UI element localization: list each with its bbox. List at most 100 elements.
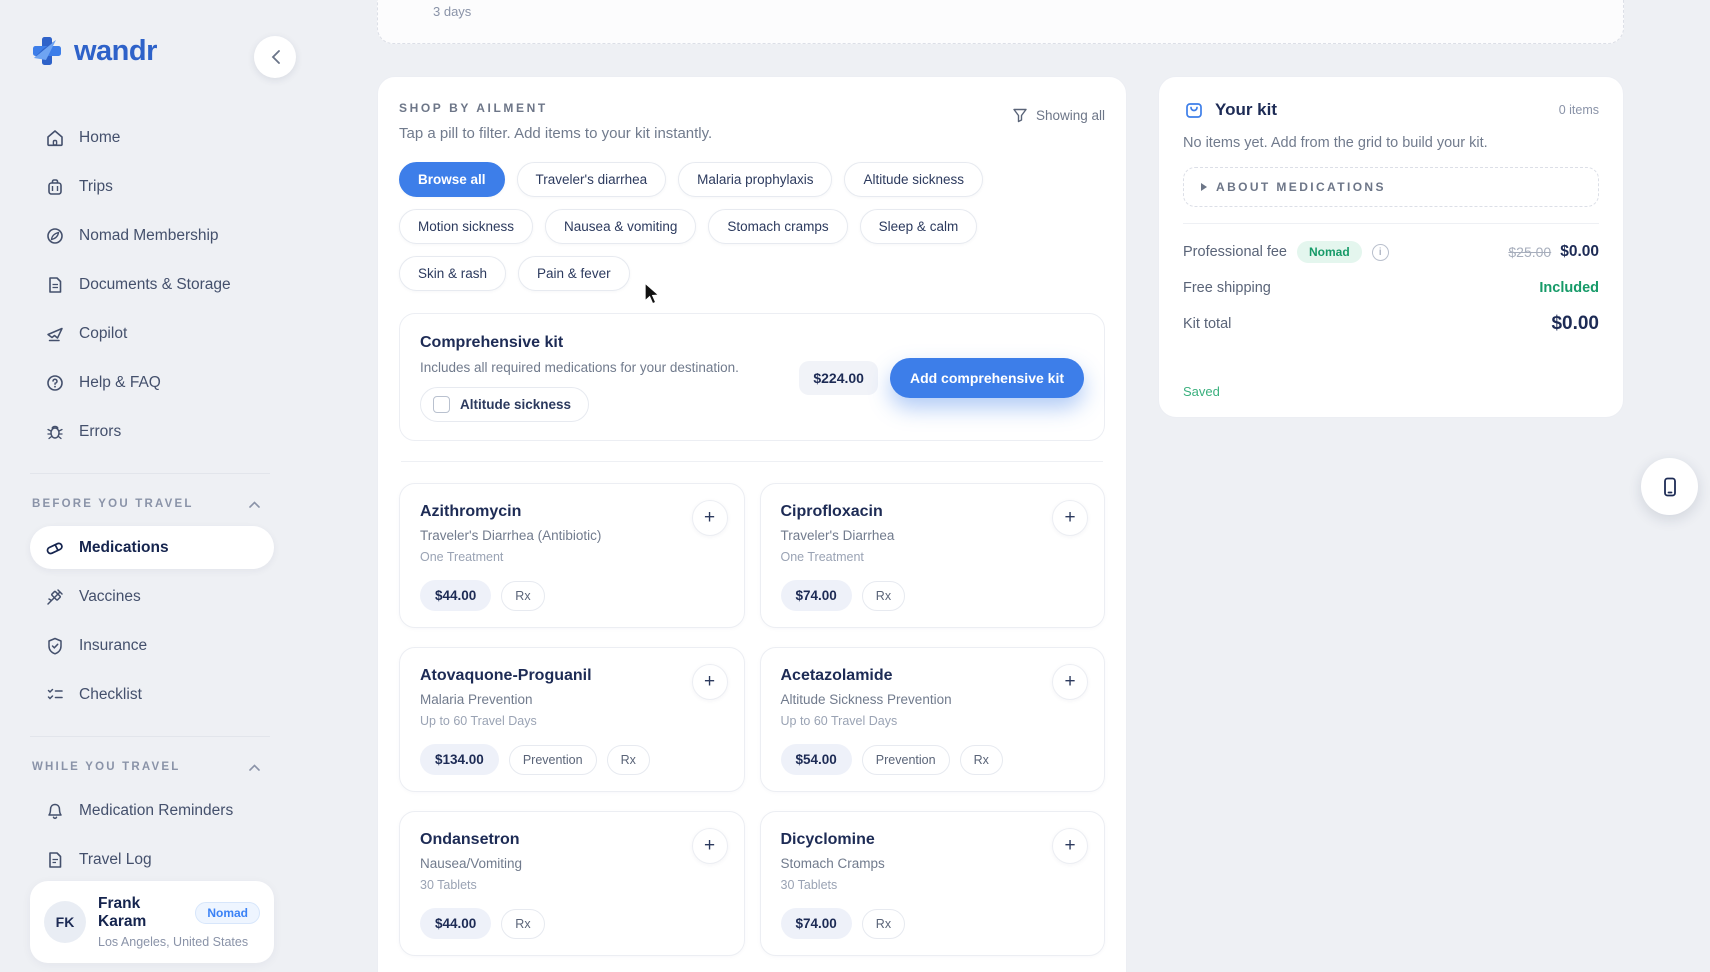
- about-medications-expander[interactable]: ABOUT MEDICATIONS: [1183, 167, 1599, 207]
- section-while-you-travel[interactable]: WHILE YOU TRAVEL: [30, 757, 274, 783]
- filter-pill-pain-fever[interactable]: Pain & fever: [518, 256, 630, 291]
- about-medications-label: ABOUT MEDICATIONS: [1216, 180, 1386, 194]
- divider: [401, 461, 1103, 462]
- sidebar-nav: Home Trips Nomad Membership Documents & …: [30, 116, 274, 881]
- add-to-kit-button[interactable]: +: [692, 664, 728, 700]
- sidebar-item-label: Copilot: [79, 325, 127, 343]
- wandr-logo-icon: [30, 34, 64, 68]
- price-badge: $54.00: [781, 744, 852, 775]
- sidebar-item-label: Medication Reminders: [79, 802, 233, 820]
- filter-pill-sleep-calm[interactable]: Sleep & calm: [860, 209, 978, 244]
- prevention-badge: Prevention: [862, 745, 950, 775]
- sidebar-item-medications[interactable]: Medications: [30, 526, 274, 569]
- sidebar: wandr Home Trips Nomad Membership Docume…: [0, 0, 292, 972]
- sidebar-item-medication-reminders[interactable]: Medication Reminders: [30, 789, 274, 832]
- medication-card-azithromycin: Azithromycin Traveler's Diarrhea (Antibi…: [399, 483, 745, 628]
- kit-total-value: $0.00: [1551, 313, 1599, 335]
- section-before-you-travel[interactable]: BEFORE YOU TRAVEL: [30, 494, 274, 520]
- wandr-app: wandr Home Trips Nomad Membership Docume…: [0, 0, 1710, 972]
- sidebar-item-trips[interactable]: Trips: [30, 165, 274, 208]
- filter-pill-stomach-cramps[interactable]: Stomach cramps: [708, 209, 847, 244]
- filter-pill-skin-rash[interactable]: Skin & rash: [399, 256, 506, 291]
- medication-purpose: Traveler's Diarrhea (Antibiotic): [420, 528, 724, 543]
- user-profile-card[interactable]: FK Frank Karam Nomad Los Angeles, United…: [30, 881, 274, 963]
- add-to-kit-button[interactable]: +: [692, 500, 728, 536]
- sidebar-item-copilot[interactable]: Copilot: [30, 312, 274, 355]
- add-to-kit-button[interactable]: +: [1052, 664, 1088, 700]
- fee-value: $0.00: [1560, 243, 1599, 261]
- sidebar-item-vaccines[interactable]: Vaccines: [30, 575, 274, 618]
- sidebar-item-errors[interactable]: Errors: [30, 410, 274, 453]
- sidebar-item-documents-storage[interactable]: Documents & Storage: [30, 263, 274, 306]
- trip-banner[interactable]: Italy - Milan 3 days: [377, 0, 1624, 44]
- travel-log-icon: [44, 849, 65, 870]
- suitcase-icon: [44, 176, 65, 197]
- chevron-up-icon: [249, 764, 260, 771]
- support-float-button[interactable]: [1641, 458, 1698, 515]
- medication-name: Ondansetron: [420, 831, 724, 849]
- fee-original-price: $25.00: [1508, 244, 1551, 260]
- comprehensive-kit-price: $224.00: [799, 361, 878, 395]
- bug-icon: [44, 421, 65, 442]
- professional-fee-row: Professional fee Nomad i $25.00 $0.00: [1183, 241, 1599, 263]
- add-to-kit-button[interactable]: +: [1052, 500, 1088, 536]
- rx-badge: Rx: [501, 909, 544, 939]
- price-badge: $44.00: [420, 908, 491, 939]
- filter-pill-browse-all[interactable]: Browse all: [399, 162, 505, 197]
- comprehensive-kit-description: Includes all required medications for yo…: [420, 360, 739, 375]
- shop-by-ailment-panel: SHOP BY AILMENT Tap a pill to filter. Ad…: [377, 76, 1127, 972]
- filter-pill-motion-sickness[interactable]: Motion sickness: [399, 209, 533, 244]
- add-to-kit-button[interactable]: +: [1052, 828, 1088, 864]
- shipping-value: Included: [1539, 280, 1599, 296]
- divider: [30, 736, 270, 737]
- add-comprehensive-kit-button[interactable]: Add comprehensive kit: [890, 358, 1084, 398]
- sidebar-item-home[interactable]: Home: [30, 116, 274, 159]
- filter-pill-nausea-vomiting[interactable]: Nausea & vomiting: [545, 209, 696, 244]
- filter-pill-malaria-prophylaxis[interactable]: Malaria prophylaxis: [678, 162, 832, 197]
- nomad-membership-badge: Nomad: [195, 902, 260, 924]
- sidebar-item-label: Help & FAQ: [79, 374, 161, 392]
- medication-quantity: Up to 60 Travel Days: [781, 714, 1085, 728]
- sidebar-item-label: Documents & Storage: [79, 276, 231, 294]
- price-badge: $74.00: [781, 908, 852, 939]
- medication-card-atovaquone-proguanil: Atovaquone-Proguanil Malaria Prevention …: [399, 647, 745, 792]
- sidebar-item-travel-log[interactable]: Travel Log: [30, 838, 274, 881]
- sidebar-item-checklist[interactable]: Checklist: [30, 673, 274, 716]
- user-location: Los Angeles, United States: [98, 935, 260, 949]
- sidebar-item-label: Medications: [79, 539, 169, 557]
- medication-quantity: 30 Tablets: [781, 878, 1085, 892]
- logo: wandr: [30, 34, 274, 68]
- sidebar-item-nomad-membership[interactable]: Nomad Membership: [30, 214, 274, 257]
- medication-purpose: Traveler's Diarrhea: [781, 528, 1085, 543]
- kit-empty-message: No items yet. Add from the grid to build…: [1183, 135, 1599, 151]
- sidebar-item-insurance[interactable]: Insurance: [30, 624, 274, 667]
- filter-pill-altitude-sickness[interactable]: Altitude sickness: [844, 162, 983, 197]
- user-name: Frank Karam: [98, 895, 187, 931]
- kit-title: Your kit: [1215, 100, 1549, 120]
- bell-icon: [44, 800, 65, 821]
- medication-card-ondansetron: Ondansetron Nausea/Vomiting 30 Tablets $…: [399, 811, 745, 956]
- medication-purpose: Malaria Prevention: [420, 692, 724, 707]
- altitude-sickness-checkbox[interactable]: Altitude sickness: [420, 387, 589, 422]
- filter-pill-travelers-diarrhea[interactable]: Traveler's diarrhea: [517, 162, 667, 197]
- comprehensive-kit-card: Comprehensive kit Includes all required …: [399, 313, 1105, 441]
- sidebar-item-label: Insurance: [79, 637, 147, 655]
- sidebar-item-label: Nomad Membership: [79, 227, 219, 245]
- medication-card-ciprofloxacin: Ciprofloxacin Traveler's Diarrhea One Tr…: [760, 483, 1106, 628]
- shop-section-label: SHOP BY AILMENT: [399, 101, 712, 115]
- medication-purpose: Nausea/Vomiting: [420, 856, 724, 871]
- info-icon[interactable]: i: [1372, 244, 1389, 261]
- add-to-kit-button[interactable]: +: [692, 828, 728, 864]
- divider: [1183, 223, 1599, 224]
- sidebar-item-help-faq[interactable]: Help & FAQ: [30, 361, 274, 404]
- triangle-right-icon: [1200, 182, 1208, 192]
- sidebar-item-label: Checklist: [79, 686, 142, 704]
- medication-name: Ciprofloxacin: [781, 503, 1085, 521]
- showing-all-label: Showing all: [1036, 108, 1105, 123]
- trip-duration: 3 days: [433, 4, 515, 19]
- checklist-icon: [400, 0, 421, 19]
- sidebar-item-label: Errors: [79, 423, 121, 441]
- saved-status: Saved: [1183, 384, 1599, 399]
- avatar: FK: [44, 901, 86, 943]
- sidebar-collapse-button[interactable]: [254, 36, 296, 78]
